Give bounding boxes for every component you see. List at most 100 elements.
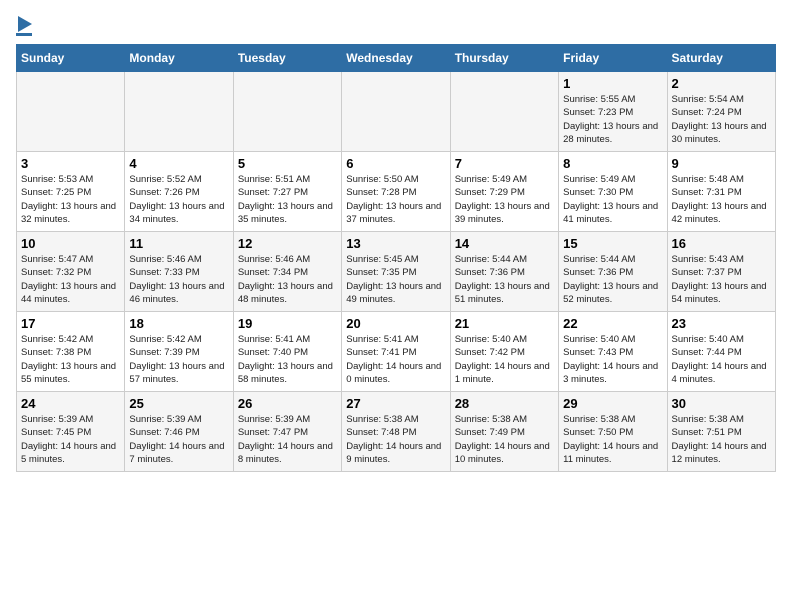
calendar-week-row: 17 Sunrise: 5:42 AMSunset: 7:38 PMDayligh… <box>17 312 776 392</box>
calendar-cell: 28 Sunrise: 5:38 AMSunset: 7:49 PMDayligh… <box>450 392 558 472</box>
calendar-week-row: 10 Sunrise: 5:47 AMSunset: 7:32 PMDayligh… <box>17 232 776 312</box>
logo-arrow-icon <box>18 16 32 32</box>
day-number: 6 <box>346 156 445 171</box>
day-info: Sunrise: 5:40 AMSunset: 7:44 PMDaylight:… <box>672 333 771 386</box>
day-number: 14 <box>455 236 554 251</box>
day-info: Sunrise: 5:48 AMSunset: 7:31 PMDaylight:… <box>672 173 771 226</box>
day-info: Sunrise: 5:39 AMSunset: 7:45 PMDaylight:… <box>21 413 120 466</box>
calendar-cell <box>125 72 233 152</box>
calendar-cell: 7 Sunrise: 5:49 AMSunset: 7:29 PMDaylight… <box>450 152 558 232</box>
day-info: Sunrise: 5:55 AMSunset: 7:23 PMDaylight:… <box>563 93 662 146</box>
calendar-cell: 25 Sunrise: 5:39 AMSunset: 7:46 PMDayligh… <box>125 392 233 472</box>
calendar-cell: 3 Sunrise: 5:53 AMSunset: 7:25 PMDaylight… <box>17 152 125 232</box>
day-number: 2 <box>672 76 771 91</box>
day-number: 24 <box>21 396 120 411</box>
day-info: Sunrise: 5:49 AMSunset: 7:29 PMDaylight:… <box>455 173 554 226</box>
weekday-header-wednesday: Wednesday <box>342 45 450 72</box>
day-number: 25 <box>129 396 228 411</box>
calendar-cell: 5 Sunrise: 5:51 AMSunset: 7:27 PMDaylight… <box>233 152 341 232</box>
day-number: 7 <box>455 156 554 171</box>
page-header <box>16 16 776 36</box>
day-number: 18 <box>129 316 228 331</box>
day-info: Sunrise: 5:39 AMSunset: 7:46 PMDaylight:… <box>129 413 228 466</box>
calendar-cell: 9 Sunrise: 5:48 AMSunset: 7:31 PMDaylight… <box>667 152 775 232</box>
calendar-header: SundayMondayTuesdayWednesdayThursdayFrid… <box>17 45 776 72</box>
day-info: Sunrise: 5:41 AMSunset: 7:40 PMDaylight:… <box>238 333 337 386</box>
day-number: 22 <box>563 316 662 331</box>
day-number: 9 <box>672 156 771 171</box>
day-info: Sunrise: 5:38 AMSunset: 7:51 PMDaylight:… <box>672 413 771 466</box>
calendar-cell: 13 Sunrise: 5:45 AMSunset: 7:35 PMDayligh… <box>342 232 450 312</box>
day-info: Sunrise: 5:47 AMSunset: 7:32 PMDaylight:… <box>21 253 120 306</box>
day-number: 23 <box>672 316 771 331</box>
calendar-cell: 17 Sunrise: 5:42 AMSunset: 7:38 PMDayligh… <box>17 312 125 392</box>
calendar-cell: 20 Sunrise: 5:41 AMSunset: 7:41 PMDayligh… <box>342 312 450 392</box>
day-info: Sunrise: 5:46 AMSunset: 7:34 PMDaylight:… <box>238 253 337 306</box>
day-number: 15 <box>563 236 662 251</box>
calendar-cell <box>450 72 558 152</box>
day-info: Sunrise: 5:41 AMSunset: 7:41 PMDaylight:… <box>346 333 445 386</box>
calendar-cell: 16Sunrise: 5:43 AMSunset: 7:37 PMDayligh… <box>667 232 775 312</box>
weekday-header-saturday: Saturday <box>667 45 775 72</box>
day-info: Sunrise: 5:44 AMSunset: 7:36 PMDaylight:… <box>455 253 554 306</box>
day-number: 29 <box>563 396 662 411</box>
day-info: Sunrise: 5:44 AMSunset: 7:36 PMDaylight:… <box>563 253 662 306</box>
day-number: 13 <box>346 236 445 251</box>
calendar-cell: 15 Sunrise: 5:44 AMSunset: 7:36 PMDayligh… <box>559 232 667 312</box>
day-info: Sunrise: 5:40 AMSunset: 7:43 PMDaylight:… <box>563 333 662 386</box>
calendar-cell: 23 Sunrise: 5:40 AMSunset: 7:44 PMDayligh… <box>667 312 775 392</box>
day-number: 4 <box>129 156 228 171</box>
calendar-cell <box>17 72 125 152</box>
weekday-header-thursday: Thursday <box>450 45 558 72</box>
day-number: 10 <box>21 236 120 251</box>
day-info: Sunrise: 5:40 AMSunset: 7:42 PMDaylight:… <box>455 333 554 386</box>
calendar-cell: 10 Sunrise: 5:47 AMSunset: 7:32 PMDayligh… <box>17 232 125 312</box>
calendar-cell: 21Sunrise: 5:40 AMSunset: 7:42 PMDayligh… <box>450 312 558 392</box>
calendar-week-row: 3 Sunrise: 5:53 AMSunset: 7:25 PMDaylight… <box>17 152 776 232</box>
calendar-cell: 18Sunrise: 5:42 AMSunset: 7:39 PMDayligh… <box>125 312 233 392</box>
calendar-cell: 30Sunrise: 5:38 AMSunset: 7:51 PMDayligh… <box>667 392 775 472</box>
day-info: Sunrise: 5:46 AMSunset: 7:33 PMDaylight:… <box>129 253 228 306</box>
calendar-cell: 4 Sunrise: 5:52 AMSunset: 7:26 PMDaylight… <box>125 152 233 232</box>
calendar-cell: 1 Sunrise: 5:55 AMSunset: 7:23 PMDaylight… <box>559 72 667 152</box>
day-info: Sunrise: 5:53 AMSunset: 7:25 PMDaylight:… <box>21 173 120 226</box>
day-info: Sunrise: 5:38 AMSunset: 7:50 PMDaylight:… <box>563 413 662 466</box>
calendar-body: 1 Sunrise: 5:55 AMSunset: 7:23 PMDaylight… <box>17 72 776 472</box>
day-number: 20 <box>346 316 445 331</box>
day-info: Sunrise: 5:38 AMSunset: 7:49 PMDaylight:… <box>455 413 554 466</box>
calendar-cell: 22 Sunrise: 5:40 AMSunset: 7:43 PMDayligh… <box>559 312 667 392</box>
day-info: Sunrise: 5:45 AMSunset: 7:35 PMDaylight:… <box>346 253 445 306</box>
day-number: 8 <box>563 156 662 171</box>
day-number: 27 <box>346 396 445 411</box>
day-info: Sunrise: 5:42 AMSunset: 7:38 PMDaylight:… <box>21 333 120 386</box>
day-number: 26 <box>238 396 337 411</box>
day-number: 5 <box>238 156 337 171</box>
calendar-cell: 14 Sunrise: 5:44 AMSunset: 7:36 PMDayligh… <box>450 232 558 312</box>
day-info: Sunrise: 5:51 AMSunset: 7:27 PMDaylight:… <box>238 173 337 226</box>
logo <box>16 16 32 36</box>
calendar-cell: 12 Sunrise: 5:46 AMSunset: 7:34 PMDayligh… <box>233 232 341 312</box>
day-number: 19 <box>238 316 337 331</box>
day-number: 12 <box>238 236 337 251</box>
day-number: 3 <box>21 156 120 171</box>
calendar-cell: 19 Sunrise: 5:41 AMSunset: 7:40 PMDayligh… <box>233 312 341 392</box>
calendar-cell: 8 Sunrise: 5:49 AMSunset: 7:30 PMDaylight… <box>559 152 667 232</box>
calendar-cell: 26 Sunrise: 5:39 AMSunset: 7:47 PMDayligh… <box>233 392 341 472</box>
day-number: 1 <box>563 76 662 91</box>
day-info: Sunrise: 5:43 AMSunset: 7:37 PMDaylight:… <box>672 253 771 306</box>
calendar-week-row: 24 Sunrise: 5:39 AMSunset: 7:45 PMDayligh… <box>17 392 776 472</box>
calendar-cell: 11Sunrise: 5:46 AMSunset: 7:33 PMDayligh… <box>125 232 233 312</box>
calendar-cell: 29 Sunrise: 5:38 AMSunset: 7:50 PMDayligh… <box>559 392 667 472</box>
weekday-header-tuesday: Tuesday <box>233 45 341 72</box>
calendar-cell: 27Sunrise: 5:38 AMSunset: 7:48 PMDayligh… <box>342 392 450 472</box>
day-number: 28 <box>455 396 554 411</box>
day-info: Sunrise: 5:39 AMSunset: 7:47 PMDaylight:… <box>238 413 337 466</box>
calendar-week-row: 1 Sunrise: 5:55 AMSunset: 7:23 PMDaylight… <box>17 72 776 152</box>
day-number: 17 <box>21 316 120 331</box>
logo-underline <box>16 33 32 36</box>
day-info: Sunrise: 5:54 AMSunset: 7:24 PMDaylight:… <box>672 93 771 146</box>
calendar-cell <box>342 72 450 152</box>
calendar-cell: 2 Sunrise: 5:54 AMSunset: 7:24 PMDaylight… <box>667 72 775 152</box>
day-info: Sunrise: 5:49 AMSunset: 7:30 PMDaylight:… <box>563 173 662 226</box>
day-info: Sunrise: 5:52 AMSunset: 7:26 PMDaylight:… <box>129 173 228 226</box>
